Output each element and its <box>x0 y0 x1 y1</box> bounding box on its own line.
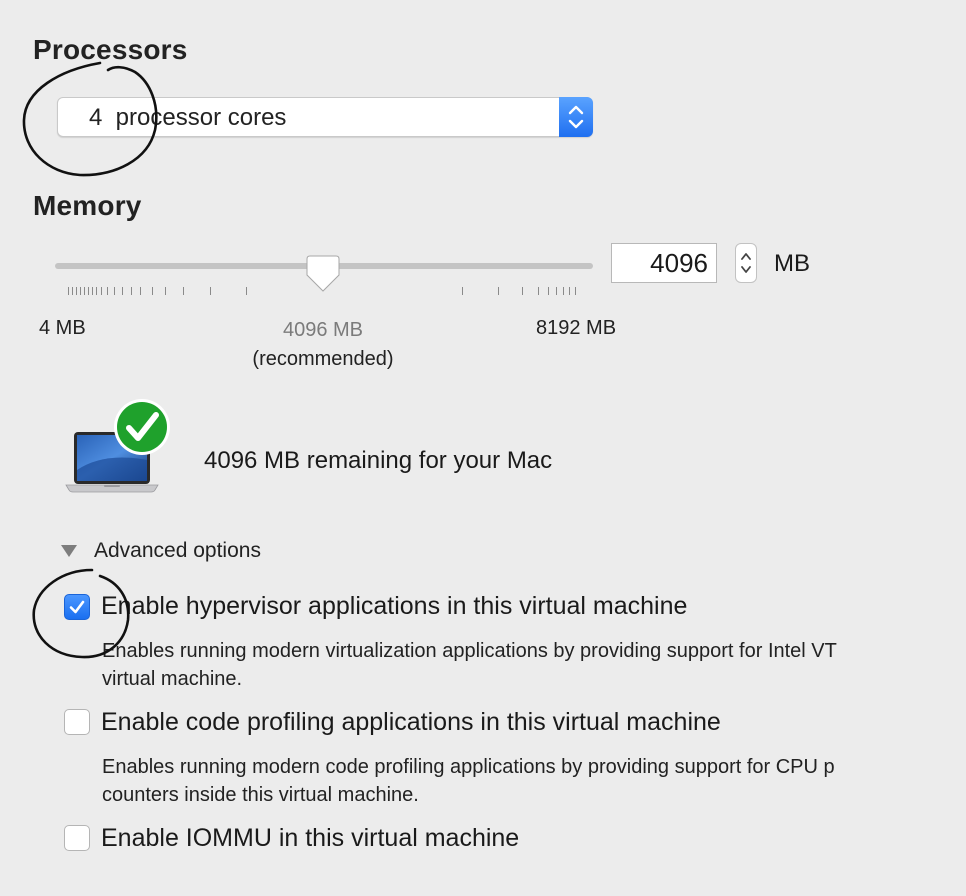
description-line: virtual machine. <box>102 668 243 690</box>
slider-tick <box>76 287 77 295</box>
processors-heading: Processors <box>33 34 188 65</box>
memory-stepper[interactable] <box>735 243 757 283</box>
hypervisor-option-label[interactable]: Enable hypervisor applications in this v… <box>101 592 687 621</box>
slider-tick <box>140 287 141 295</box>
code-profiling-option-label[interactable]: Enable code profiling applications in th… <box>101 708 721 737</box>
slider-tick <box>522 287 523 295</box>
memory-unit-label: MB <box>774 250 810 277</box>
slider-tick <box>88 287 89 295</box>
checkmark-icon <box>69 600 85 614</box>
slider-tick <box>575 287 576 295</box>
processor-cores-popup[interactable]: 4 processor cores <box>57 97 593 137</box>
slider-tick <box>114 287 115 295</box>
hypervisor-checkbox[interactable] <box>64 594 90 620</box>
up-down-chevron-icon <box>741 253 751 273</box>
iommu-option-label[interactable]: Enable IOMMU in this virtual machine <box>101 824 519 853</box>
slider-tick <box>165 287 166 295</box>
slider-tick <box>92 287 93 295</box>
slider-tick <box>84 287 85 295</box>
memory-slider-knob[interactable] <box>306 255 340 293</box>
iommu-checkbox[interactable] <box>64 825 90 851</box>
description-line: Enables running modern code profiling ap… <box>102 756 835 778</box>
slider-tick <box>569 287 570 295</box>
slider-tick <box>246 287 247 295</box>
memory-recommended-note: (recommended) <box>252 348 394 370</box>
memory-min-label: 4 MB <box>39 317 86 339</box>
slider-tick <box>68 287 69 295</box>
slider-tick <box>556 287 557 295</box>
memory-heading: Memory <box>33 190 142 221</box>
slider-tick <box>107 287 108 295</box>
up-down-chevron-icon <box>559 97 593 137</box>
slider-tick <box>210 287 211 295</box>
slider-tick <box>96 287 97 295</box>
slider-tick <box>152 287 153 295</box>
slider-tick <box>563 287 564 295</box>
slider-tick <box>72 287 73 295</box>
green-checkmark-icon <box>113 398 171 456</box>
slider-tick <box>548 287 549 295</box>
slider-tick <box>183 287 184 295</box>
disclosure-triangle-down-icon[interactable] <box>60 544 78 563</box>
slider-tick <box>101 287 102 295</box>
slider-tick <box>538 287 539 295</box>
description-line: Enables running modern virtualization ap… <box>102 640 837 662</box>
description-line: counters inside this virtual machine. <box>102 784 419 806</box>
slider-tick <box>462 287 463 295</box>
slider-tick <box>498 287 499 295</box>
processor-cores-value: 4 processor cores <box>89 104 287 131</box>
code-profiling-checkbox[interactable] <box>64 709 90 735</box>
memory-recommended-value: 4096 MB <box>282 319 364 341</box>
slider-tick <box>131 287 132 295</box>
memory-remaining-text: 4096 MB remaining for your Mac <box>204 447 553 474</box>
slider-tick <box>80 287 81 295</box>
memory-max-label: 8192 MB <box>536 317 617 339</box>
slider-tick <box>122 287 123 295</box>
hypervisor-option-description: Enables running modern virtualization ap… <box>102 637 966 693</box>
memory-value-field[interactable]: 4096 <box>611 243 717 283</box>
advanced-options-toggle[interactable]: Advanced options <box>94 539 261 563</box>
code-profiling-option-description: Enables running modern code profiling ap… <box>102 753 966 809</box>
